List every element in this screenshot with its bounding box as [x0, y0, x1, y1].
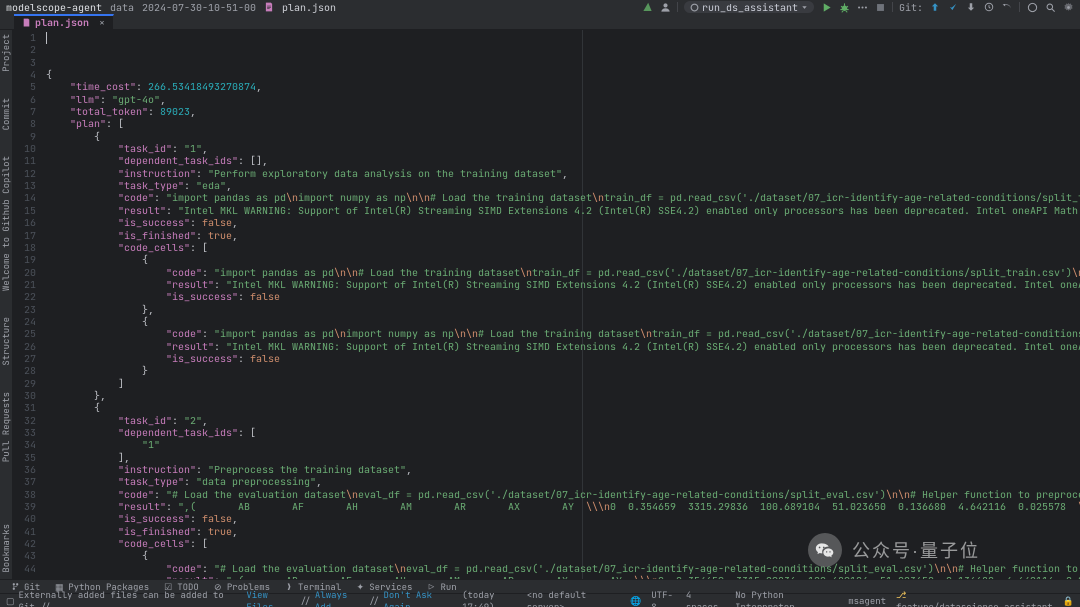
window-icon[interactable]: ▢: [6, 595, 15, 607]
project-name[interactable]: modelscope-agent: [6, 1, 102, 14]
status-message-suffix: (today 17:49): [462, 589, 527, 607]
git-label: Git:: [899, 1, 923, 14]
breadcrumb[interactable]: modelscope-agent data 2024-07-30-10-51-0…: [6, 1, 336, 14]
tool-pull-requests[interactable]: Pull Requests: [0, 392, 12, 462]
workarea: Project Commit Welcome to Github Copilot…: [0, 30, 1080, 579]
code-line[interactable]: "is_success": false: [46, 353, 1080, 365]
code-line[interactable]: "plan": [: [46, 118, 1080, 130]
gutter: 1234567891011121314151617181920212223242…: [12, 30, 42, 579]
run-config-label: run_ds_assistant: [702, 1, 798, 14]
code-line[interactable]: "is_success": false: [46, 291, 1080, 303]
editor-tabs: plan.json ×: [0, 14, 1080, 30]
close-icon[interactable]: ×: [99, 16, 105, 29]
code-line[interactable]: "code_cells": [: [46, 538, 1080, 550]
divider: [892, 2, 893, 12]
caret: [46, 32, 47, 44]
status-left: ▢ Externally added files can be added to…: [6, 589, 527, 607]
code-line[interactable]: }: [46, 365, 1080, 377]
code-with-me-icon[interactable]: [1026, 1, 1038, 13]
status-link-view[interactable]: View Files: [246, 589, 296, 607]
branch-icon: ⎇: [896, 589, 906, 601]
vcs-history-icon[interactable]: [983, 1, 995, 13]
vcs-commit-icon[interactable]: [947, 1, 959, 13]
run-config-selector[interactable]: run_ds_assistant: [684, 1, 814, 13]
status-bar: ▢ Externally added files can be added to…: [0, 593, 1080, 607]
status-indent[interactable]: 4 spaces: [686, 589, 725, 607]
status-python[interactable]: No Python Interpreter: [735, 589, 838, 607]
breadcrumb-item[interactable]: 2024-07-30-10-51-00: [142, 1, 256, 14]
build-icon[interactable]: [641, 1, 653, 13]
divider: [1019, 2, 1020, 12]
status-link-dont[interactable]: Don't Ask Again: [383, 589, 458, 607]
tab-label: plan.json: [35, 16, 89, 29]
navbar-actions: run_ds_assistant Git:: [641, 1, 1074, 14]
status-agent[interactable]: msagent: [848, 595, 886, 607]
status-branch[interactable]: ⎇ feature/datascience_assistant: [896, 589, 1053, 607]
code-line[interactable]: "total_token": 89023,: [46, 106, 1080, 118]
stop-icon[interactable]: [874, 1, 886, 13]
tool-bookmarks[interactable]: Bookmarks: [0, 524, 12, 573]
status-message: Externally added files can be added to G…: [19, 589, 243, 607]
code-area[interactable]: { "time_cost": 266.53418493270874, "llm"…: [42, 30, 1080, 579]
tool-copilot-welcome[interactable]: Welcome to Github Copilot: [0, 156, 12, 291]
code-line[interactable]: "1": [46, 439, 1080, 451]
left-tool-stripe: Project Commit Welcome to Github Copilot…: [0, 30, 12, 579]
breadcrumb-item[interactable]: data: [110, 1, 134, 14]
debug-icon[interactable]: [838, 1, 850, 13]
more-run-icon[interactable]: [856, 1, 868, 13]
lock-icon[interactable]: 🔒: [1063, 595, 1074, 607]
tool-project[interactable]: Project: [0, 34, 12, 72]
search-icon[interactable]: [1044, 1, 1056, 13]
vcs-rollback-icon[interactable]: [1001, 1, 1013, 13]
settings-icon[interactable]: [1062, 1, 1074, 13]
code-line[interactable]: "llm": "gpt-4o",: [46, 94, 1080, 106]
editor[interactable]: 1234567891011121314151617181920212223242…: [12, 30, 1080, 579]
vcs-push-icon[interactable]: [965, 1, 977, 13]
vcs-update-icon[interactable]: [929, 1, 941, 13]
status-interpreter[interactable]: <no default server>: [527, 589, 620, 607]
code-line[interactable]: },: [46, 304, 1080, 316]
code-line[interactable]: ]: [46, 378, 1080, 390]
status-right: <no default server> 🌐 UTF-8 4 spaces No …: [527, 589, 1074, 607]
code-line[interactable]: "time_cost": 266.53418493270874,: [46, 81, 1080, 93]
divider: [677, 2, 678, 12]
code-line[interactable]: },: [46, 390, 1080, 402]
breadcrumb-file[interactable]: plan.json: [282, 1, 336, 14]
code-line[interactable]: "code_cells": [: [46, 242, 1080, 254]
json-file-icon: [22, 18, 31, 27]
user-dropdown-icon[interactable]: [659, 1, 671, 13]
tool-structure[interactable]: Structure: [0, 317, 12, 366]
globe-icon[interactable]: 🌐: [630, 595, 641, 607]
tab-plan-json[interactable]: plan.json ×: [14, 14, 114, 29]
status-encoding[interactable]: UTF-8: [651, 589, 676, 607]
status-link-always[interactable]: Always Add: [315, 589, 365, 607]
run-icon[interactable]: [820, 1, 832, 13]
code-line[interactable]: "dependent_task_ids": [: [46, 427, 1080, 439]
navbar: modelscope-agent data 2024-07-30-10-51-0…: [0, 0, 1080, 14]
tool-commit[interactable]: Commit: [0, 98, 12, 130]
json-file-icon: [264, 2, 274, 12]
